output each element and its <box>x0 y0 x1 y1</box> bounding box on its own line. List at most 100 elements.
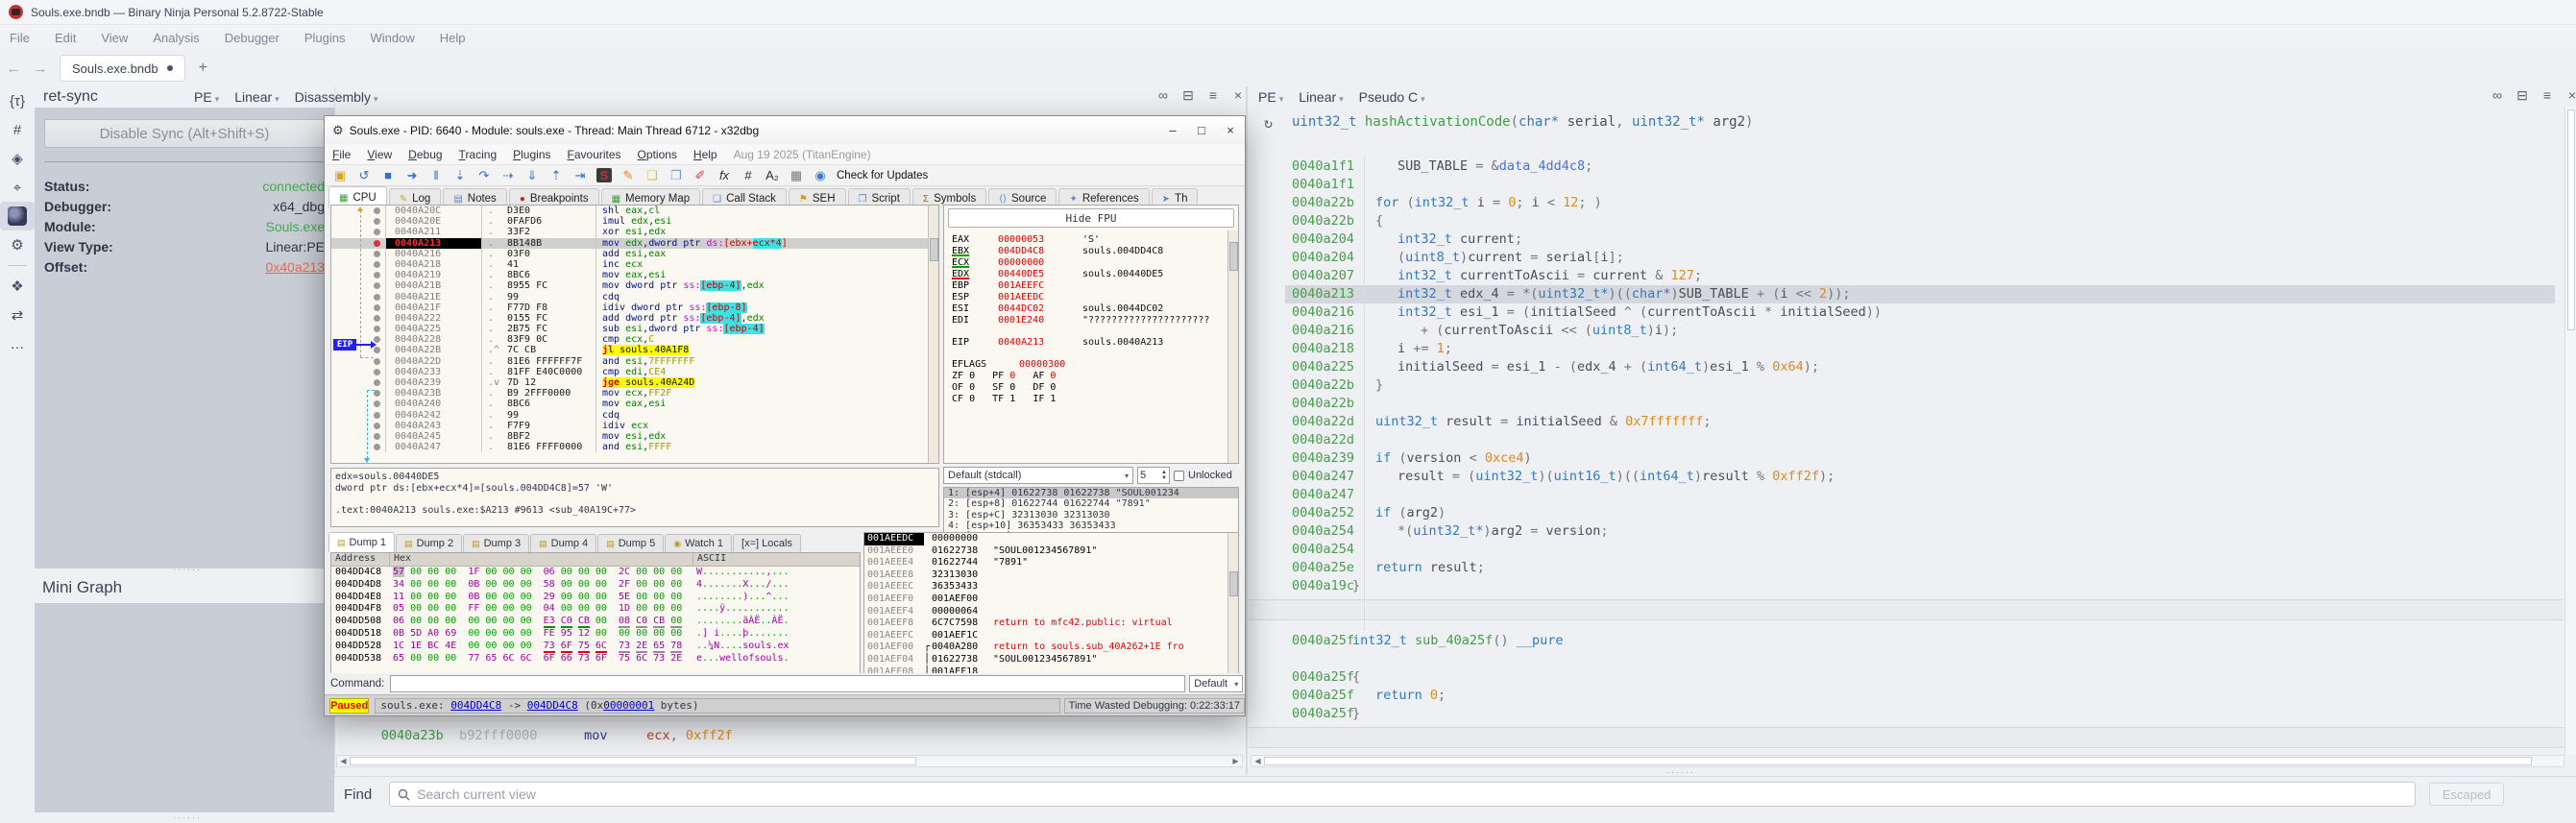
breakpoint-gutter[interactable] <box>331 377 386 388</box>
asm-row[interactable]: 0040A240.8BC6mov eax,esi <box>331 399 938 409</box>
dbg-menu-view[interactable]: View <box>367 148 392 161</box>
instruction-dot-icon[interactable] <box>374 444 380 450</box>
asm-row[interactable]: 0040A213.8B148Bmov edx,dword ptr ds:[ebx… <box>331 238 938 249</box>
code-line-address[interactable]: 0040a204 <box>1292 230 1354 249</box>
retsync-value[interactable]: 0x40a213 <box>265 259 325 279</box>
code-line[interactable]: return 0; <box>1375 687 1446 705</box>
breakpoint-gutter[interactable] <box>331 238 386 249</box>
stack-row[interactable]: 001AEF00┌0040A280return to souls.sub_40A… <box>864 641 1238 654</box>
v-scrollbar[interactable] <box>1227 230 1238 463</box>
breakpoint-gutter[interactable] <box>331 421 386 431</box>
stack-row[interactable]: 001AEEFC 001AEF1C <box>864 630 1238 642</box>
register-row[interactable]: EBP001AEEFC <box>952 280 1082 291</box>
asm-row[interactable]: 0040A23B.B9 2FFF0000mov ecx,FF2F <box>331 388 938 399</box>
close-pane-icon[interactable]: × <box>1230 87 1246 104</box>
instruction-dot-icon[interactable] <box>374 282 380 289</box>
code-line-address[interactable]: 0040a19c <box>1292 577 1354 595</box>
argument-row[interactable]: 1: [esp+4] 01622738 01622738 "SOUL001234 <box>944 488 1238 498</box>
argument-row[interactable]: 3: [esp+C] 32313030 32313030 <box>944 510 1238 520</box>
address-link[interactable]: 004DD4C8 <box>450 699 501 712</box>
instruction-dot-icon[interactable] <box>374 358 380 365</box>
patch-icon[interactable]: ✎ <box>620 168 636 183</box>
code-line-address[interactable]: 0040a25f <box>1292 668 1354 687</box>
stack-pane[interactable]: 001AEEDC 00000000001AEEE0 01622738"SOUL0… <box>863 532 1239 696</box>
code-line[interactable]: SUB_TABLE = &data_4dd4c8; <box>1397 157 1592 176</box>
open-file-icon[interactable]: ▣ <box>332 168 348 183</box>
code-line-address[interactable]: 0040a204 <box>1292 249 1354 267</box>
scroll-left-icon[interactable]: ◀ <box>1252 756 1264 766</box>
command-preset-select[interactable]: Default▾ <box>1189 675 1243 692</box>
split-pane-icon[interactable]: ⊟ <box>2515 87 2530 104</box>
instruction-dot-icon[interactable] <box>374 369 380 375</box>
register-row[interactable]: EDI0001E240"????????????????????? <box>952 315 1209 326</box>
step-into-icon[interactable]: ⇣ <box>452 168 468 183</box>
split-pane-icon[interactable]: ⊟ <box>1180 87 1196 104</box>
types-icon[interactable]: {τ} <box>0 86 35 115</box>
code-line[interactable]: initialSeed = esi_1 - (edx_4 + (int64_t)… <box>1397 358 1819 376</box>
sync-icon[interactable]: ⇄ <box>0 301 35 329</box>
asm-row[interactable]: 0040A233.81FF E40C0000cmp edi,CE4 <box>331 367 938 377</box>
disassembly-pane[interactable]: 0040A20C.D3E0shl eax,cl0040A20E.0FAFD6im… <box>330 205 939 464</box>
code-line-address[interactable]: 0040a225 <box>1292 358 1354 376</box>
pseudo-c-view[interactable]: 0040a1f1SUB_TABLE = &data_4dd4c8;0040a1f… <box>1249 108 2563 756</box>
code-line[interactable]: (uint8_t)current = serial[i]; <box>1397 249 1624 267</box>
code-line[interactable]: i += 1; <box>1397 340 1452 358</box>
breakpoint-gutter[interactable] <box>331 313 386 324</box>
address-link[interactable]: 004DD4C8 <box>527 699 578 712</box>
instruction-dot-icon[interactable] <box>374 272 380 278</box>
code-line-address[interactable]: 0040a25f <box>1292 632 1354 650</box>
instruction-dot-icon[interactable] <box>374 379 380 386</box>
command-input[interactable] <box>390 675 1185 692</box>
splitter-handle[interactable]: ······ <box>173 812 202 822</box>
dump-row[interactable]: 004DD53865 00 00 00 77 65 6C 6C 6F 66 73… <box>331 653 860 666</box>
register-row[interactable]: ESI0044DC02souls.0044DC02 <box>952 303 1163 314</box>
stack-row[interactable]: 001AEEE0 01622738"SOUL001234567891" <box>864 545 1238 558</box>
breakpoint-gutter[interactable] <box>331 216 386 227</box>
code-line[interactable]: if (arg2) <box>1375 504 1446 522</box>
asm-row[interactable]: 0040A243.F7F9idiv ecx <box>331 421 938 431</box>
dump-row[interactable]: 004DD4C857 00 00 00 1F 00 00 00 06 00 00… <box>331 567 860 579</box>
disable-sync-button[interactable]: Disable Sync (Alt+Shift+S) <box>44 119 325 148</box>
run-to-icon[interactable]: ⇢ <box>500 168 516 183</box>
escaped-toggle[interactable]: Escaped <box>2429 783 2504 806</box>
code-line-address[interactable]: 0040a25e <box>1292 559 1354 577</box>
step-over-icon[interactable]: ↷ <box>476 168 492 183</box>
bn-menu-help[interactable]: Help <box>440 31 466 45</box>
stack-row[interactable]: 001AEEF8 6C7C7598return to mfc42.public:… <box>864 617 1238 630</box>
v-scrollbar[interactable] <box>2564 108 2576 755</box>
code-line-address[interactable]: 0040a216 <box>1292 303 1354 322</box>
breakpoint-gutter[interactable] <box>331 303 386 313</box>
register-row[interactable]: EDX00440DE5souls.00440DE5 <box>952 269 1163 279</box>
dump-tab-watch-1[interactable]: ◉Watch 1 <box>665 534 732 552</box>
asm-row[interactable]: 0040A21F.F77D F8idiv dword ptr ss:[ebp-8… <box>331 303 938 313</box>
view-selector-pseudo-c[interactable]: Pseudo C▾ <box>1359 89 1425 105</box>
arg-count-stepper[interactable]: 5▲▼ <box>1137 467 1170 484</box>
calculator-icon[interactable]: ▦ <box>789 168 804 183</box>
dump-row[interactable]: 004DD50806 00 00 00 00 00 00 00 E3 C0 CB… <box>331 616 860 628</box>
bn-menu-file[interactable]: File <box>10 31 30 45</box>
breakpoint-gutter[interactable] <box>331 270 386 280</box>
view-selector-linear[interactable]: Linear▾ <box>1299 89 1343 105</box>
instruction-dot-icon[interactable] <box>374 412 380 419</box>
plugin-avatar-icon[interactable] <box>0 202 35 230</box>
linear-disasm-line[interactable]: 0040a23b b92fff0000 mov ecx, 0xff2f <box>334 727 1227 744</box>
h-scrollbar[interactable]: ◀ <box>1251 755 2564 767</box>
instruction-dot-icon[interactable] <box>374 400 380 407</box>
asm-row[interactable]: 0040A225.2B75 FCsub esi,dword ptr ss:[eb… <box>331 324 938 334</box>
code-line[interactable]: int32_t esi_1 = (initialSeed ^ (currentT… <box>1397 303 1882 322</box>
pane-menu-icon[interactable]: ≡ <box>2540 87 2555 104</box>
eip-breakpoint-dot[interactable] <box>374 240 380 247</box>
breakpoint-gutter[interactable] <box>331 399 386 409</box>
breakpoint-gutter[interactable] <box>331 280 386 291</box>
dbg-menu-favourites[interactable]: Favourites <box>568 148 621 161</box>
code-line-address[interactable]: 0040a252 <box>1292 504 1354 522</box>
x32dbg-titlebar[interactable]: ⚙ Souls.exe - PID: 6640 - Module: souls.… <box>325 116 1245 144</box>
code-line[interactable]: } <box>1352 577 1360 595</box>
xrefs-icon[interactable]: # <box>0 115 35 144</box>
asm-row[interactable]: 0040A21E.99cdq <box>331 292 938 303</box>
stack-row[interactable]: 001AEEE4 01622744"7891" <box>864 557 1238 569</box>
stack-row[interactable]: 001AEEF4 00000064 <box>864 606 1238 618</box>
link-sync-icon[interactable]: ∞ <box>1155 87 1171 104</box>
scylla-icon[interactable]: S <box>596 168 612 182</box>
dump-tab-dump-4[interactable]: ▤Dump 4 <box>530 534 596 552</box>
